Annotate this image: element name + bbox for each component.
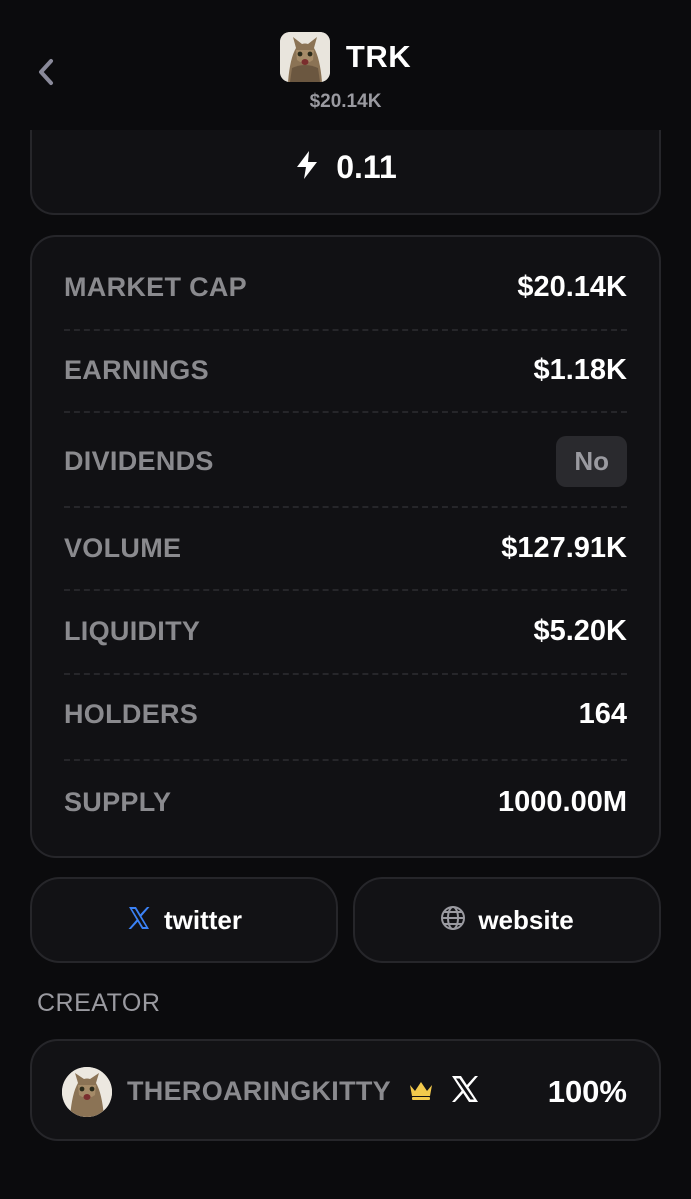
twitter-label: twitter (164, 904, 242, 935)
twitter-button[interactable]: twitter (30, 877, 338, 963)
crown-icon (408, 1079, 434, 1106)
creator-name: THEROARINGKITTY (127, 1076, 391, 1106)
website-button[interactable]: website (353, 877, 661, 963)
stat-row-supply: SUPPLY 1000.00M (64, 786, 627, 819)
energy-amount: 0.11 (336, 149, 397, 185)
globe-icon (440, 905, 466, 936)
cat-avatar-icon (279, 32, 330, 82)
dividends-badge: No (556, 436, 627, 487)
divider (64, 589, 627, 591)
stat-label: EARNINGS (64, 355, 209, 385)
creator-percent: 100% (547, 1074, 627, 1109)
token-title-row: TRK (0, 32, 691, 82)
creator-card[interactable]: THEROARINGKITTY 100% (30, 1039, 661, 1141)
stat-label: MARKET CAP (64, 272, 247, 302)
stat-row-market-cap: MARKET CAP $20.14K (64, 271, 627, 304)
creator-avatar (62, 1067, 112, 1117)
stat-label: LIQUIDITY (64, 616, 201, 646)
stat-row-earnings: EARNINGS $1.18K (64, 354, 627, 387)
energy-value-row: 0.11 (32, 149, 659, 186)
divider (64, 329, 627, 331)
stat-value: $20.14K (517, 271, 627, 303)
x-logo-icon (126, 905, 152, 936)
divider (64, 411, 627, 413)
stat-row-holders: HOLDERS 164 (64, 698, 627, 731)
stat-label: DIVIDENDS (64, 446, 214, 476)
stat-value: 1000.00M (498, 786, 627, 818)
divider (64, 759, 627, 761)
header: TRK $20.14K (0, 0, 691, 130)
creator-section-title: CREATOR (37, 989, 161, 1017)
stats-card: MARKET CAP $20.14K EARNINGS $1.18K DIVID… (30, 235, 661, 858)
stat-label: VOLUME (64, 533, 182, 563)
stat-label: HOLDERS (64, 699, 199, 729)
stat-row-volume: VOLUME $127.91K (64, 532, 627, 565)
token-price: $20.14K (309, 91, 382, 112)
stat-row-dividends: DIVIDENDS No (64, 436, 627, 487)
website-label: website (478, 904, 574, 935)
stat-row-liquidity: LIQUIDITY $5.20K (64, 615, 627, 648)
divider (64, 506, 627, 508)
divider (64, 673, 627, 675)
stat-label: SUPPLY (64, 787, 172, 817)
stat-value: $5.20K (533, 615, 627, 647)
stat-value: 164 (578, 698, 627, 730)
token-detail-screen: 0.11 TRK $20.14K MARKET CAP $20.14K EARN… (0, 0, 691, 1199)
stat-value: $127.91K (501, 532, 627, 564)
lightning-bolt-icon (294, 150, 320, 185)
stat-value: $1.18K (533, 354, 627, 386)
x-logo-icon[interactable] (449, 1073, 481, 1110)
token-symbol: TRK (345, 39, 412, 74)
